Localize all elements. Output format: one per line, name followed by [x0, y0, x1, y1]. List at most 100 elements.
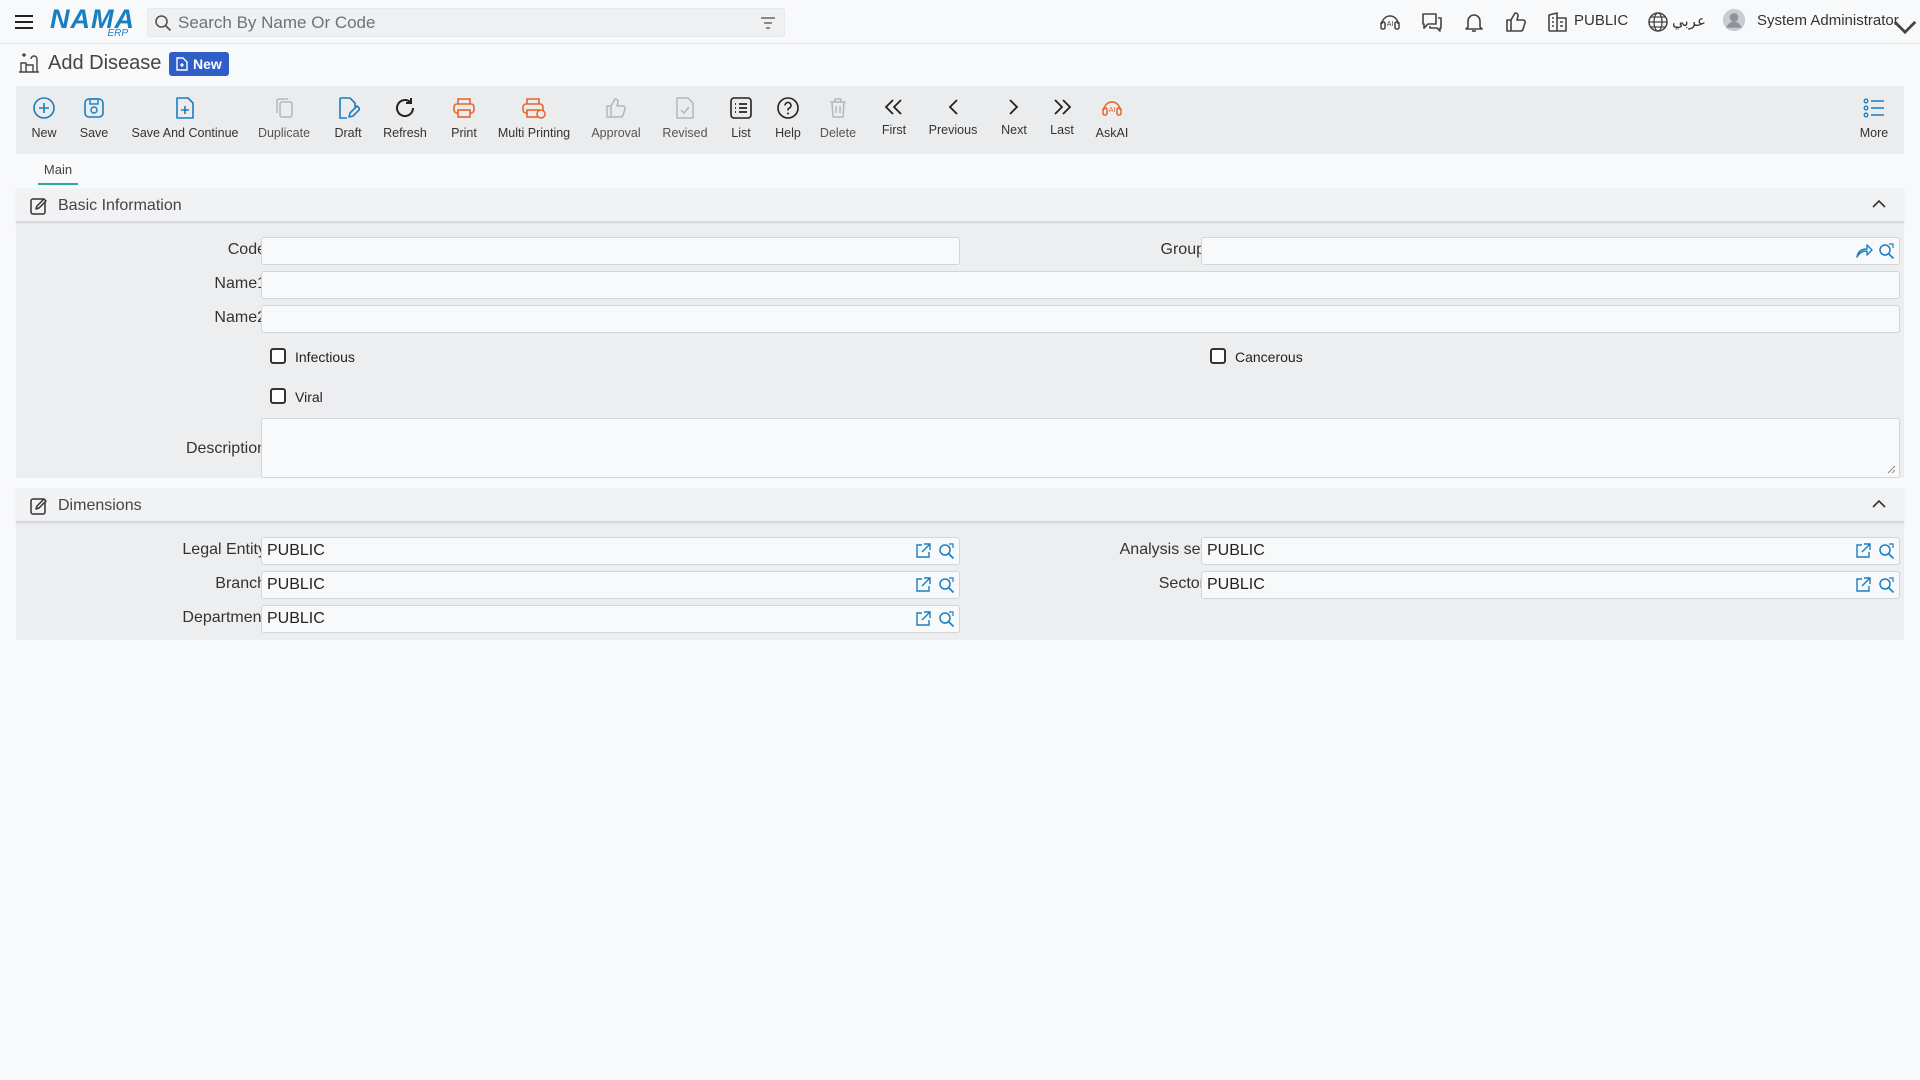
- print-button[interactable]: Print: [444, 86, 484, 154]
- draft-edit-icon: [339, 97, 360, 119]
- revised-button[interactable]: Revised: [658, 86, 712, 154]
- bell-icon[interactable]: [1462, 10, 1486, 34]
- dimensions-header[interactable]: Dimensions: [16, 488, 1904, 523]
- thumbs-up-icon[interactable]: [1504, 10, 1528, 34]
- refresh-button[interactable]: Refresh: [380, 86, 430, 154]
- open-link-icon[interactable]: [1855, 543, 1871, 559]
- cancerous-label: Cancerous: [1235, 349, 1303, 365]
- revised-file-icon: [676, 97, 694, 119]
- department-value: PUBLIC: [267, 610, 325, 627]
- delete-button[interactable]: Delete: [818, 86, 858, 154]
- save-button-label: Save: [79, 126, 109, 140]
- disease-icon: [19, 53, 39, 73]
- chat-icon[interactable]: [1420, 10, 1444, 34]
- duplicate-button[interactable]: Duplicate: [256, 86, 312, 154]
- draft-button[interactable]: Draft: [328, 86, 368, 154]
- group-field[interactable]: [1201, 237, 1900, 265]
- infectious-checkbox[interactable]: [270, 348, 286, 364]
- group-label: Group: [1160, 241, 1205, 258]
- askai-button[interactable]: AI AskAI: [1092, 86, 1132, 154]
- tab-main[interactable]: Main: [38, 162, 78, 185]
- search-icon[interactable]: [1878, 243, 1895, 260]
- plus-circle-icon: [33, 97, 55, 119]
- search-icon[interactable]: [938, 577, 955, 594]
- previous-label: Previous: [928, 123, 978, 137]
- app-logo[interactable]: NAMA ERP: [50, 4, 134, 40]
- open-link-icon[interactable]: [915, 611, 931, 627]
- department-field[interactable]: PUBLIC: [261, 605, 960, 633]
- legal-entity-field[interactable]: PUBLIC: [261, 537, 960, 565]
- previous-button[interactable]: Previous: [926, 86, 980, 154]
- name2-label: Name2: [214, 309, 266, 326]
- search-input[interactable]: [178, 9, 738, 36]
- user-menu[interactable]: System Administrator: [1757, 12, 1899, 29]
- approval-button[interactable]: Approval: [586, 86, 646, 154]
- viral-checkbox[interactable]: [270, 388, 286, 404]
- open-link-icon[interactable]: [915, 543, 931, 559]
- next-button[interactable]: Next: [996, 86, 1032, 154]
- code-field[interactable]: [261, 237, 960, 265]
- ai-icon[interactable]: AI: [1378, 10, 1402, 34]
- edit-icon: [30, 198, 47, 215]
- multi-printer-icon: [522, 98, 546, 119]
- name1-field[interactable]: [261, 271, 1900, 299]
- open-link-icon[interactable]: [1855, 577, 1871, 593]
- cancerous-checkbox[interactable]: [1210, 348, 1226, 364]
- name1-label: Name1: [214, 275, 266, 292]
- trash-icon: [830, 98, 846, 118]
- basic-information-header[interactable]: Basic Information: [16, 188, 1904, 223]
- chevron-left-icon: [948, 99, 958, 115]
- new-button[interactable]: New: [26, 86, 62, 154]
- list-label: List: [731, 126, 751, 140]
- save-button[interactable]: Save: [76, 86, 112, 154]
- first-label: First: [881, 123, 907, 137]
- share-icon[interactable]: [1855, 243, 1873, 259]
- dimensions-body: Legal Entity PUBLIC Analysis set PUBLIC …: [16, 525, 1904, 640]
- entity-switcher[interactable]: PUBLIC: [1574, 12, 1628, 29]
- print-label: Print: [451, 126, 477, 140]
- last-button[interactable]: Last: [1044, 86, 1080, 154]
- search-icon[interactable]: [938, 611, 955, 628]
- chevron-up-icon[interactable]: [1872, 499, 1886, 509]
- search-icon: [155, 15, 172, 32]
- more-button[interactable]: More: [1854, 86, 1894, 154]
- search-icon[interactable]: [1878, 577, 1895, 594]
- search-icon[interactable]: [1878, 543, 1895, 560]
- sector-label: Sector: [1158, 575, 1205, 592]
- basic-information-title: Basic Information: [58, 197, 182, 214]
- list-icon: [730, 97, 752, 119]
- list-button[interactable]: List: [724, 86, 758, 154]
- multi-printing-button[interactable]: Multi Printing: [494, 86, 574, 154]
- sector-value: PUBLIC: [1207, 576, 1265, 593]
- legal-entity-value: PUBLIC: [267, 542, 325, 559]
- save-and-continue-button[interactable]: Save And Continue: [131, 86, 239, 154]
- hamburger-menu-icon[interactable]: [14, 12, 34, 32]
- description-textarea[interactable]: [261, 418, 1900, 478]
- search-icon[interactable]: [938, 543, 955, 560]
- svg-text:AI: AI: [1109, 107, 1116, 114]
- language-switcher[interactable]: عربي: [1672, 12, 1706, 30]
- next-label: Next: [1001, 123, 1027, 137]
- branch-field[interactable]: PUBLIC: [261, 571, 960, 599]
- branch-value: PUBLIC: [267, 576, 325, 593]
- duplicate-label: Duplicate: [257, 126, 311, 140]
- delete-label: Delete: [819, 126, 857, 140]
- sector-field[interactable]: PUBLIC: [1201, 571, 1900, 599]
- chevron-down-icon[interactable]: [1893, 15, 1917, 39]
- last-label: Last: [1050, 123, 1074, 137]
- file-plus-icon: [176, 97, 194, 119]
- multi-printing-label: Multi Printing: [497, 126, 571, 140]
- chevron-up-icon[interactable]: [1872, 199, 1886, 209]
- chevron-right-icon: [1009, 99, 1019, 115]
- analysis-set-label: Analysis set: [1119, 541, 1205, 558]
- analysis-set-field[interactable]: PUBLIC: [1201, 537, 1900, 565]
- resize-handle-icon[interactable]: [1887, 465, 1896, 474]
- filter-icon[interactable]: [760, 15, 776, 31]
- first-button[interactable]: First: [876, 86, 912, 154]
- new-button-label: New: [31, 126, 57, 140]
- open-link-icon[interactable]: [915, 577, 931, 593]
- viral-label: Viral: [295, 389, 323, 405]
- name2-field[interactable]: [261, 305, 1900, 333]
- analysis-set-value: PUBLIC: [1207, 542, 1265, 559]
- help-button[interactable]: Help: [770, 86, 806, 154]
